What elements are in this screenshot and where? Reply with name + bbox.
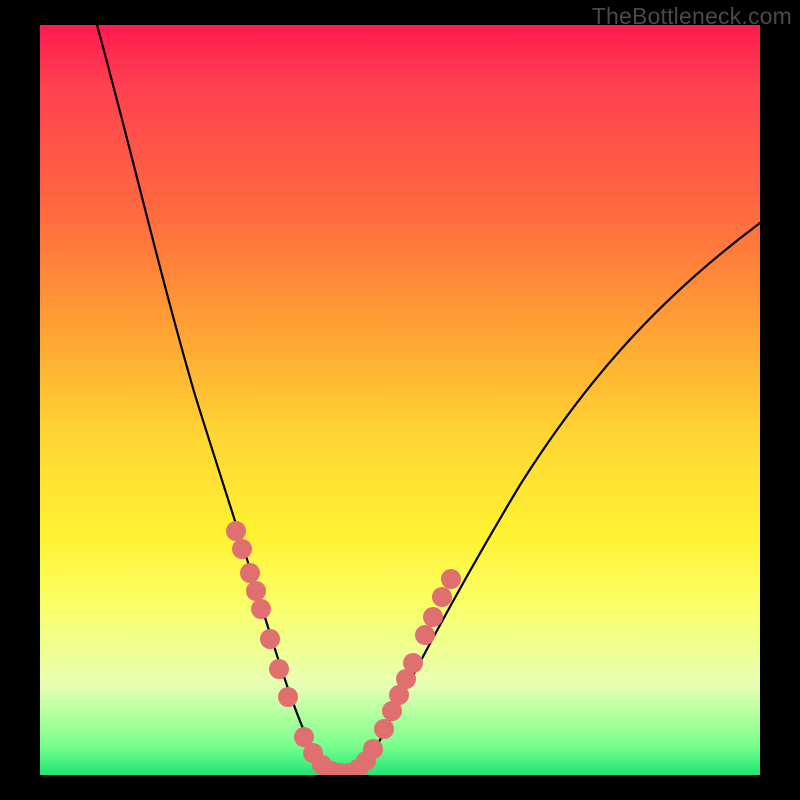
watermark-text: TheBottleneck.com — [592, 3, 792, 30]
chart-frame: TheBottleneck.com — [0, 0, 800, 800]
plot-background-gradient — [40, 25, 760, 775]
frame-border-right — [760, 0, 800, 800]
marker-cluster-bottom — [294, 727, 383, 775]
bottleneck-curve-svg — [40, 25, 760, 775]
bottleneck-curve-path — [97, 25, 760, 773]
marker-cluster-left — [226, 521, 298, 707]
frame-border-bottom — [0, 775, 800, 800]
frame-border-left — [0, 0, 40, 800]
marker-cluster-right — [374, 569, 461, 739]
